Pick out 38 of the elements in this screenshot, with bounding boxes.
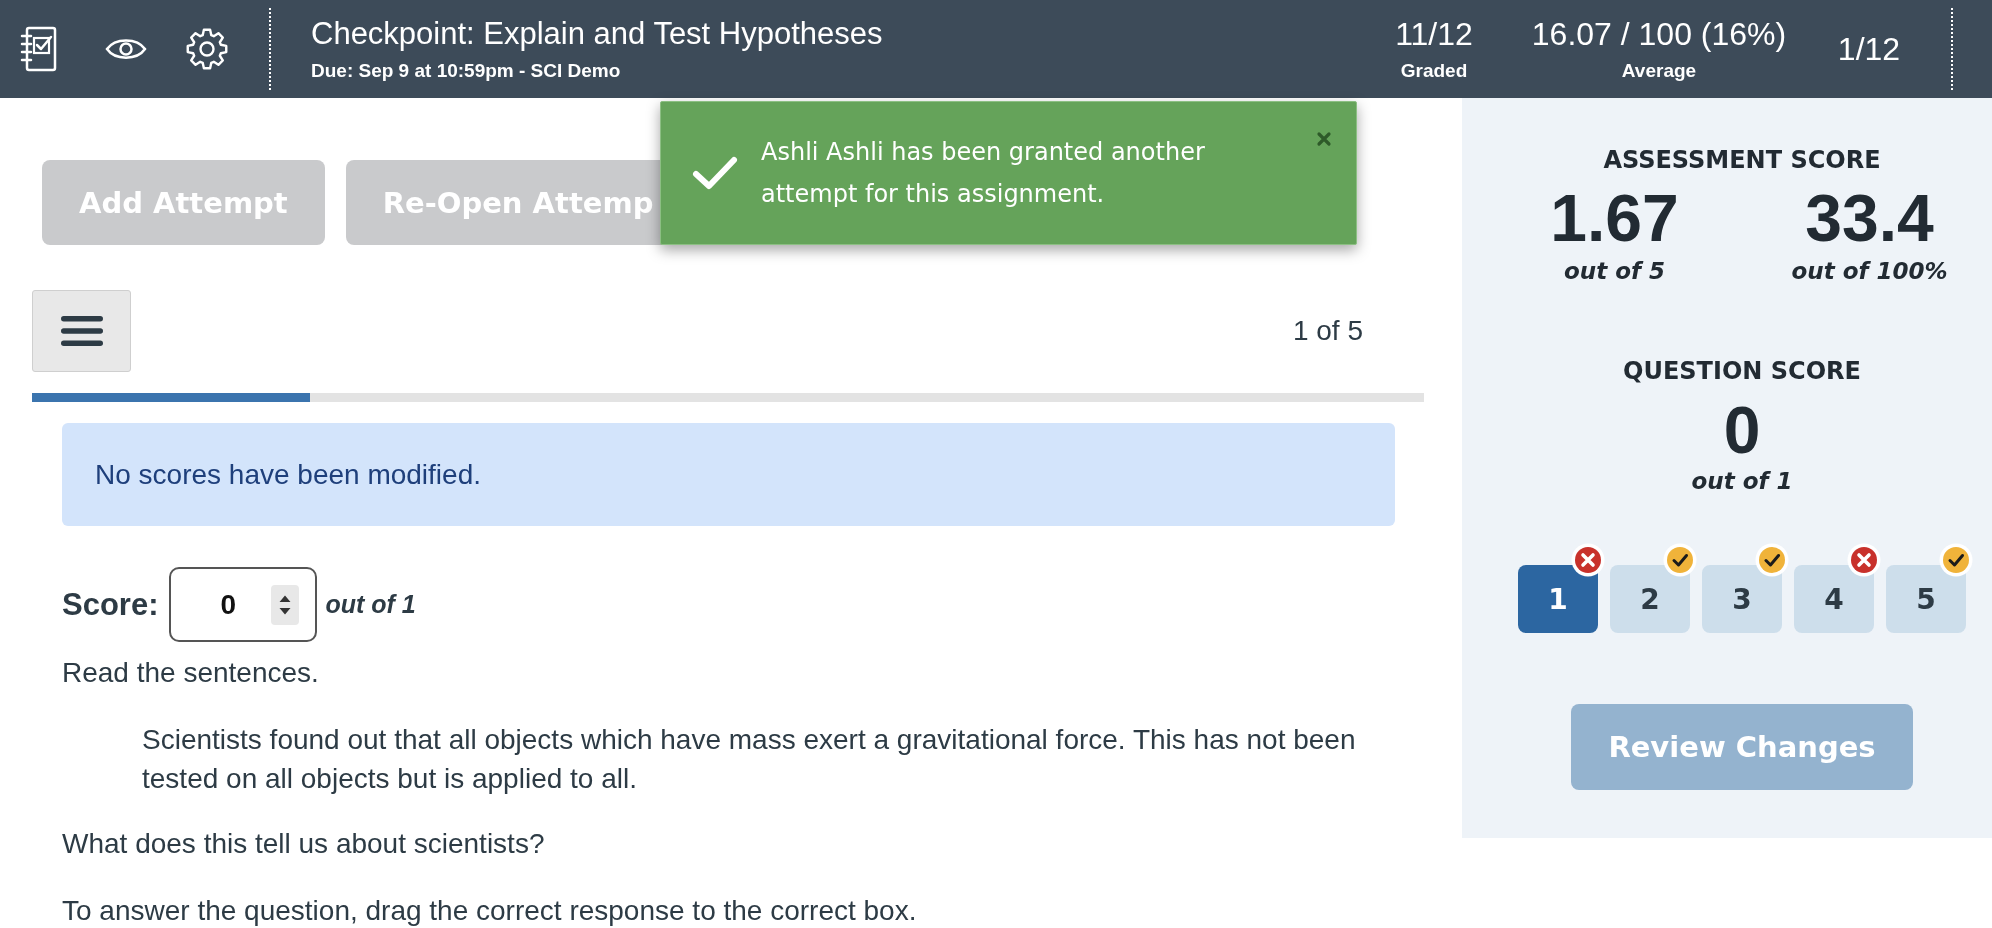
score-value: 1.67	[1550, 183, 1679, 253]
notebook-icon[interactable]	[20, 26, 58, 72]
score-caption: out of 5	[1564, 257, 1665, 286]
score-caption: out of 1	[1691, 467, 1793, 496]
stepper-icon[interactable]	[271, 584, 300, 625]
score-value: 33.4	[1805, 183, 1934, 253]
assignment-title: Checkpoint: Explain and Test Hypotheses	[311, 15, 883, 53]
settings-icon[interactable]	[185, 27, 229, 71]
check-icon	[691, 154, 739, 192]
close-icon[interactable]	[1316, 131, 1332, 147]
section-heading: QUESTION SCORE	[1623, 357, 1861, 385]
info-alert: No scores have been modified.	[62, 423, 1395, 526]
question-tile[interactable]: 5	[1886, 565, 1966, 633]
section-heading: ASSESSMENT SCORE	[1603, 146, 1881, 174]
question-instruction: To answer the question, drag the correct response to the correct box.	[62, 897, 918, 925]
menu-icon	[60, 316, 103, 346]
menu-button[interactable]	[32, 290, 131, 372]
stat-value: 16.07 / 100 (16%)	[1531, 15, 1787, 53]
due-date-text: Due: Sep 9 at 10:59pm - SCI Demo	[311, 59, 621, 83]
passage-text: Scientists found out that all objects which have mass exert a gravitational force. This has not been tested on all objects but is applied to all.	[142, 723, 1357, 796]
eye-icon[interactable]	[105, 36, 147, 62]
question-tile[interactable]: 4	[1794, 565, 1874, 633]
question-tile[interactable]: 2	[1610, 565, 1690, 633]
question-intro: Read the sentences.	[62, 657, 320, 689]
stat-label: Average	[1621, 59, 1697, 83]
score-out-of: out of 1	[325, 590, 416, 619]
stat-value: 11/12	[1395, 15, 1473, 53]
question-prompt: What does this tell us about scientists?	[62, 828, 546, 860]
stat-value: 1/12	[1837, 30, 1901, 68]
question-tile[interactable]: 3	[1702, 565, 1782, 633]
stat-label: Graded	[1400, 59, 1468, 83]
score-value: 0	[1723, 395, 1761, 465]
score-input[interactable]: 0	[169, 567, 318, 642]
score-label: Score:	[62, 586, 159, 623]
question-tile[interactable]: 1	[1518, 565, 1598, 633]
score-caption: out of 100%	[1791, 257, 1948, 286]
question-position: 1 of 5	[1292, 315, 1363, 347]
toast-message: Ashli Ashli has been granted another attempt for this assignment.	[761, 137, 1206, 210]
